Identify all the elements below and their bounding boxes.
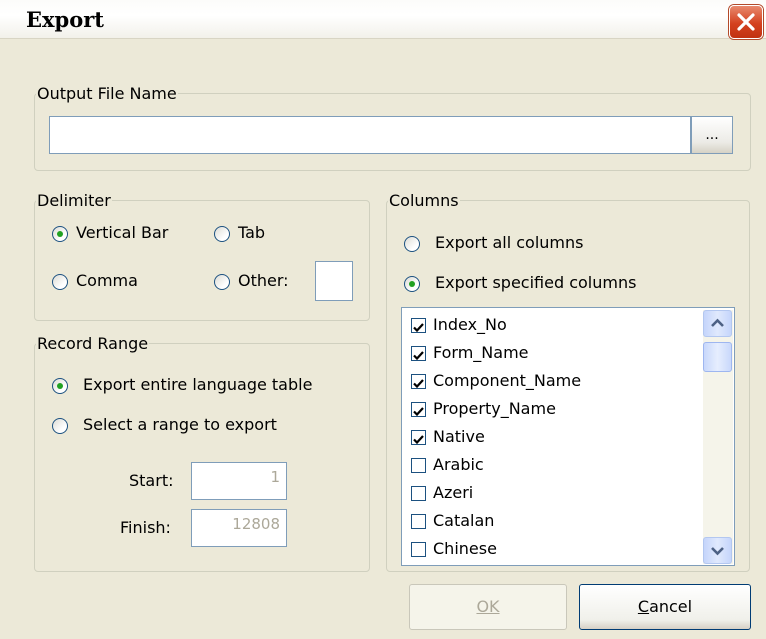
radio-comma[interactable]	[52, 274, 68, 290]
start-label: Start:	[129, 471, 174, 490]
window-title: Export	[26, 7, 104, 32]
output-file-input[interactable]	[49, 116, 691, 154]
output-file-legend: Output File Name	[37, 84, 177, 103]
radio-select-range[interactable]	[52, 418, 68, 434]
cancel-button-label: Cancel	[637, 597, 693, 616]
checkmark-icon	[413, 323, 424, 333]
scroll-up-button[interactable]	[703, 310, 732, 337]
checkmark-icon	[413, 435, 424, 445]
chevron-up-icon	[711, 318, 724, 327]
checkbox[interactable]	[411, 346, 426, 361]
radio-export-specified-columns-label: Export specified columns	[435, 273, 637, 292]
radio-select-range-label: Select a range to export	[83, 415, 277, 434]
checkbox[interactable]	[411, 402, 426, 417]
checkbox[interactable]	[411, 430, 426, 445]
finish-label: Finish:	[120, 518, 171, 537]
browse-button[interactable]: ...	[691, 116, 733, 154]
radio-export-all-columns-label: Export all columns	[435, 233, 584, 252]
start-input[interactable]: 1	[191, 462, 287, 500]
cancel-button[interactable]: Cancel	[579, 584, 751, 630]
radio-vertical-bar-label: Vertical Bar	[76, 223, 169, 242]
checkbox[interactable]	[411, 514, 426, 529]
scroll-thumb[interactable]	[703, 342, 732, 372]
list-item-label: Property_Name	[433, 399, 556, 418]
list-item-label: Azeri	[433, 483, 474, 502]
ok-button[interactable]: OK	[409, 584, 567, 630]
close-icon	[737, 13, 755, 31]
radio-export-all-columns[interactable]	[404, 236, 420, 252]
radio-vertical-bar[interactable]	[52, 226, 68, 242]
browse-button-label: ...	[705, 127, 719, 143]
finish-input[interactable]: 12808	[191, 509, 287, 547]
delimiter-legend: Delimiter	[37, 191, 111, 210]
list-item-label: Arabic	[433, 455, 484, 474]
list-item-label: Chinese	[433, 539, 497, 558]
radio-comma-label: Comma	[76, 271, 138, 290]
record-range-legend: Record Range	[37, 334, 149, 353]
list-item-label: Index_No	[433, 315, 507, 334]
ok-button-label: OK	[476, 597, 500, 616]
radio-tab-label: Tab	[238, 223, 266, 242]
delimiter-group: Delimiter	[34, 191, 370, 321]
title-bar: Export	[0, 0, 766, 39]
list-item-label: Catalan	[433, 511, 495, 530]
checkmark-icon	[413, 379, 424, 389]
other-delimiter-input[interactable]	[315, 261, 353, 301]
chevron-down-icon	[711, 547, 724, 556]
columns-scrollbar[interactable]	[703, 310, 733, 564]
checkmark-icon	[413, 351, 424, 361]
radio-tab[interactable]	[214, 226, 230, 242]
checkbox[interactable]	[411, 542, 426, 557]
radio-other[interactable]	[214, 274, 230, 290]
list-item-label: Form_Name	[433, 343, 529, 362]
columns-listbox[interactable]: Index_No Form_Name Component_Name Proper…	[401, 307, 735, 566]
checkmark-icon	[413, 407, 424, 417]
radio-export-entire-label: Export entire language table	[83, 375, 313, 394]
radio-export-specified-columns[interactable]	[404, 276, 420, 292]
radio-other-label: Other:	[238, 271, 289, 290]
radio-export-entire[interactable]	[52, 378, 68, 394]
list-item-label: Native	[433, 427, 485, 446]
checkbox[interactable]	[411, 458, 426, 473]
checkbox[interactable]	[411, 318, 426, 333]
checkbox[interactable]	[411, 486, 426, 501]
close-button[interactable]	[729, 5, 763, 39]
list-item-label: Component_Name	[433, 371, 582, 390]
columns-legend: Columns	[389, 191, 459, 210]
checkbox[interactable]	[411, 374, 426, 389]
scroll-down-button[interactable]	[703, 537, 732, 564]
